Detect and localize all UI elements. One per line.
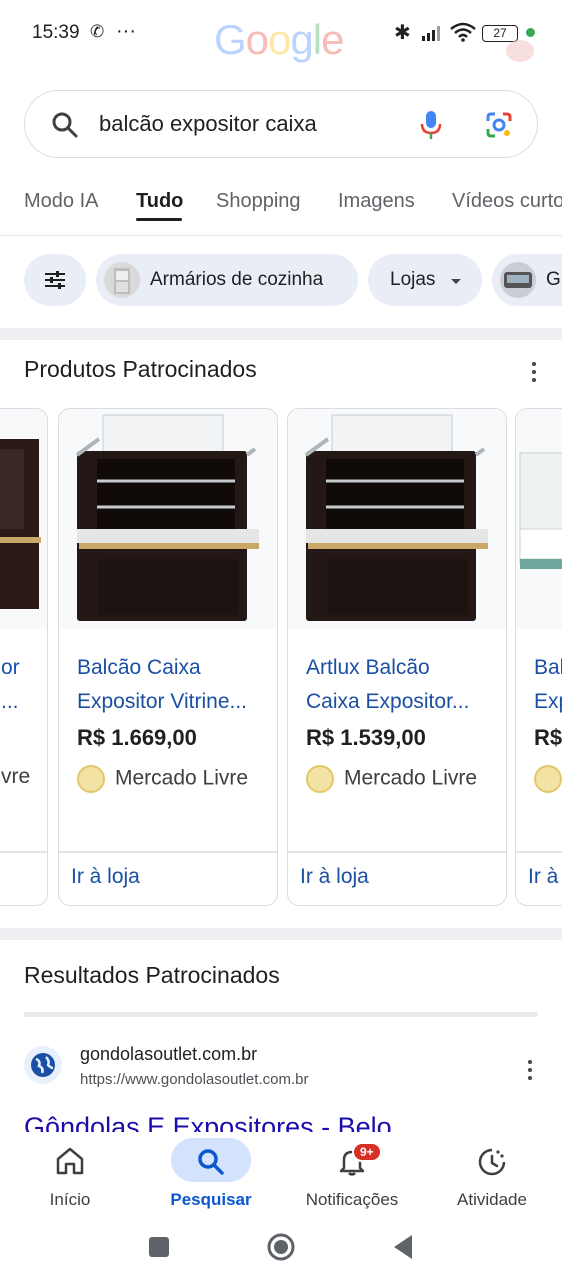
product-image	[59, 409, 277, 629]
battery-indicator: 27	[482, 25, 518, 42]
product-image	[288, 409, 506, 629]
product-card[interactable]: Balcão Caixa Expositor Vitrine... R$ 1.6…	[58, 408, 278, 906]
globe-icon	[24, 1046, 62, 1084]
product-image	[0, 409, 47, 629]
tune-icon	[45, 271, 65, 289]
product-title-line2: ...	[1, 690, 19, 713]
result-title-link[interactable]: Gôndolas E Expositores - Belo	[24, 1110, 554, 1132]
bluetooth-icon: ✱	[394, 22, 411, 44]
nav-label: Pesquisar	[170, 1190, 252, 1209]
go-to-store-link[interactable]: Ir à	[528, 865, 558, 889]
tab-shopping[interactable]: Shopping	[216, 190, 301, 213]
product-title-line2[interactable]: Exp	[534, 685, 562, 719]
account-avatar[interactable]	[506, 40, 534, 62]
card-divider	[59, 851, 277, 853]
search-input[interactable]: balcão expositor caixa	[99, 111, 317, 137]
chip-label: Lojas	[390, 269, 436, 290]
nav-label: Atividade	[457, 1190, 527, 1209]
bottom-navigation: Início Pesquisar 9+ Notificações Ativida…	[0, 1132, 562, 1222]
sponsored-results-title: Resultados Patrocinados	[24, 962, 280, 988]
privacy-dot-icon	[526, 28, 535, 37]
product-title-line2[interactable]: Expositor Vitrine...	[77, 685, 267, 719]
nav-atividade[interactable]: Atividade	[432, 1132, 552, 1222]
google-logo: Google	[214, 16, 344, 63]
microphone-icon[interactable]	[419, 109, 443, 141]
system-navigation-bar	[0, 1222, 562, 1280]
search-box[interactable]: balcão expositor caixa	[24, 90, 538, 158]
store-name: Mercado Livre	[344, 766, 478, 790]
nav-notificacoes[interactable]: 9+ Notificações	[292, 1132, 412, 1222]
go-to-store-link[interactable]: Ir à loja	[300, 865, 369, 889]
notification-badge: 9+	[352, 1142, 382, 1162]
mercado-livre-icon	[77, 765, 105, 793]
result-more-options-icon[interactable]	[528, 1060, 534, 1084]
go-to-store-link[interactable]: Ir à loja	[71, 865, 140, 889]
card-divider	[0, 851, 47, 853]
product-title-line1[interactable]: Artlux Balcão	[306, 651, 496, 685]
cabinet-thumbnail	[104, 262, 140, 298]
google-lens-icon[interactable]	[485, 111, 513, 139]
activity-icon	[478, 1148, 506, 1176]
sponsored-products-title: Produtos Patrocinados	[24, 356, 257, 382]
section-separator	[0, 928, 562, 940]
chip-armarios-de-cozinha[interactable]: Armários de cozinha	[96, 254, 358, 306]
display-case-thumbnail	[500, 262, 536, 298]
whatsapp-icon: ✆	[90, 22, 105, 41]
product-store: Mercado Livre	[306, 765, 477, 793]
product-price: R$ 1.539,00	[306, 725, 426, 750]
nav-label: Início	[49, 1190, 91, 1209]
card-divider	[288, 851, 506, 853]
search-tabs: Modo IA Tudo Shopping Imagens Vídeos cur…	[0, 182, 562, 236]
product-title-line2[interactable]: Caixa Expositor...	[306, 685, 496, 719]
nav-label: Notificações	[305, 1190, 399, 1209]
tab-imagens[interactable]: Imagens	[338, 190, 415, 213]
product-image	[516, 409, 562, 629]
home-icon	[56, 1147, 84, 1175]
filter-settings-chip[interactable]	[24, 254, 86, 306]
product-price: R$ 1.669,00	[77, 725, 197, 750]
recents-button-icon[interactable]	[148, 1236, 170, 1258]
back-button-icon[interactable]	[392, 1234, 414, 1260]
store-name: Mercado Livre	[115, 766, 249, 790]
search-icon	[52, 112, 78, 138]
chip-label: G	[546, 269, 561, 290]
mercado-livre-icon	[534, 765, 562, 793]
results-divider	[24, 1012, 538, 1017]
active-tab-indicator	[136, 218, 182, 221]
product-title-line1[interactable]: Bal	[534, 651, 562, 685]
section-separator	[0, 328, 562, 340]
wifi-icon	[450, 22, 476, 42]
product-card-partial-right[interactable]: Bal Exp R$ Ir à	[515, 408, 562, 906]
nav-inicio[interactable]: Início	[10, 1132, 130, 1222]
chip-lojas[interactable]: Lojas	[368, 254, 482, 306]
tab-modo-ia[interactable]: Modo IA	[24, 190, 98, 213]
status-bar: 15:39 ✆ ··· Google ✱ 27	[0, 0, 562, 70]
result-url[interactable]: https://www.gondolasoutlet.com.br	[80, 1071, 308, 1088]
signal-icon	[422, 26, 440, 41]
product-card[interactable]: Artlux Balcão Caixa Expositor... R$ 1.53…	[287, 408, 507, 906]
product-title-line1: or	[1, 656, 20, 679]
product-title-line1[interactable]: Balcão Caixa	[77, 651, 267, 685]
search-icon	[198, 1149, 224, 1175]
product-card-partial-left[interactable]: or... vre	[0, 408, 48, 906]
more-options-icon[interactable]	[532, 362, 538, 386]
more-notifications-icon: ···	[116, 20, 136, 42]
status-time: 15:39	[32, 22, 80, 43]
product-store: vre	[1, 765, 31, 788]
tab-videos-curtos[interactable]: Vídeos curtos	[452, 190, 562, 213]
product-store	[534, 765, 562, 793]
tab-tudo[interactable]: Tudo	[136, 190, 183, 213]
product-carousel[interactable]: or... vre Balcão Caixa Expositor Vitrine…	[0, 408, 562, 908]
mercado-livre-icon	[306, 765, 334, 793]
chip-label: Armários de cozinha	[150, 269, 324, 290]
product-store: Mercado Livre	[77, 765, 248, 793]
filter-chips: Armários de cozinha Lojas G	[0, 254, 562, 310]
nav-pesquisar[interactable]: Pesquisar	[151, 1132, 271, 1222]
chip-partial[interactable]: G	[492, 254, 562, 306]
home-button-icon[interactable]	[266, 1232, 296, 1262]
product-price: R$	[534, 725, 562, 750]
card-divider	[516, 851, 562, 853]
dropdown-arrow-icon	[451, 279, 461, 284]
result-site-name[interactable]: gondolasoutlet.com.br	[80, 1044, 257, 1065]
